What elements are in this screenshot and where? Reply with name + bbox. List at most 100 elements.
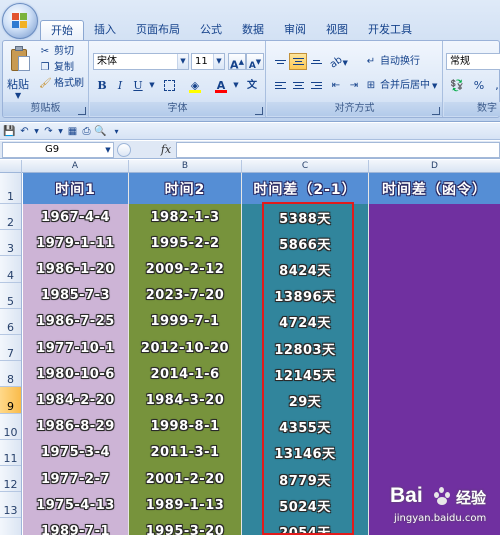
cell-d10[interactable] — [369, 414, 500, 440]
cell-c14[interactable]: 2054天 — [242, 518, 368, 535]
cell-a14[interactable]: 1989-7-1 — [23, 518, 128, 535]
cell-a11[interactable]: 1975-3-4 — [23, 440, 128, 466]
formula-input[interactable] — [176, 142, 500, 158]
number-format-combo[interactable]: 常规 — [446, 53, 500, 70]
font-name-combo[interactable]: 宋体 ▼ — [93, 53, 189, 70]
align-top-button[interactable] — [271, 53, 289, 70]
customize-toolbar-icon[interactable]: ▾ — [110, 125, 123, 138]
shrink-font-button[interactable]: A▼ — [246, 53, 264, 71]
decrease-indent-button[interactable]: ⇤ — [327, 77, 345, 94]
cell-b9[interactable]: 1984-3-20 — [129, 387, 241, 413]
camera-icon[interactable]: ⎙ — [80, 125, 93, 138]
accounting-format-button[interactable]: 💱 — [446, 77, 468, 94]
tab-home[interactable]: 开始 — [40, 20, 84, 40]
row-header-7[interactable]: 7 — [0, 335, 21, 362]
align-left-button[interactable] — [271, 77, 289, 94]
cell-b5[interactable]: 2023-7-20 — [129, 283, 241, 309]
alignment-launcher-icon[interactable] — [432, 107, 440, 115]
cell-c12[interactable]: 8779天 — [242, 466, 368, 492]
italic-button[interactable]: I — [111, 77, 129, 94]
print-preview-icon[interactable]: 🔍 — [94, 125, 107, 138]
tab-review[interactable]: 审阅 — [274, 20, 316, 40]
cell-b8[interactable]: 2014-1-6 — [129, 361, 241, 387]
cell-d6[interactable] — [369, 309, 500, 335]
cell-b6[interactable]: 1999-7-1 — [129, 309, 241, 335]
cell-c4[interactable]: 8424天 — [242, 256, 368, 282]
cell-c11[interactable]: 13146天 — [242, 440, 368, 466]
column-header-a[interactable]: A — [22, 160, 129, 173]
cell-b4[interactable]: 2009-2-12 — [129, 256, 241, 282]
row-header-6[interactable]: 6 — [0, 309, 21, 335]
row-header-9[interactable]: 9 — [0, 387, 21, 414]
cell-b13[interactable]: 1989-1-13 — [129, 492, 241, 518]
chevron-down-icon[interactable]: ▼ — [147, 77, 157, 94]
cell-c13[interactable]: 5024天 — [242, 492, 368, 518]
cell-c2[interactable]: 5388天 — [242, 204, 368, 230]
tab-data[interactable]: 数据 — [232, 20, 274, 40]
border-button[interactable] — [160, 77, 178, 94]
cut-button[interactable]: ✂ 剪切 — [39, 45, 74, 59]
wrap-text-button[interactable]: ↵ 自动换行 — [365, 55, 420, 69]
cell-a6[interactable]: 1986-7-25 — [23, 309, 128, 335]
cell-a9[interactable]: 1984-2-20 — [23, 387, 128, 413]
name-box[interactable]: G9 ▼ — [2, 142, 114, 158]
tab-developer[interactable]: 开发工具 — [358, 20, 422, 40]
row-header-12[interactable]: 12 — [0, 466, 21, 493]
tab-view[interactable]: 视图 — [316, 20, 358, 40]
formula-bar-toggle[interactable] — [117, 143, 131, 157]
cell-b7[interactable]: 2012-10-20 — [129, 335, 241, 361]
cell-c8[interactable]: 12145天 — [242, 361, 368, 387]
orientation-button[interactable]: ab▼ — [327, 53, 351, 70]
row-header-11[interactable]: 11 — [0, 440, 21, 466]
cell-a8[interactable]: 1980-10-6 — [23, 361, 128, 387]
cell-b14[interactable]: 1995-3-20 — [129, 518, 241, 535]
tab-insert[interactable]: 插入 — [84, 20, 126, 40]
cell-c9[interactable]: 29天 — [242, 387, 368, 413]
header-cell-d[interactable]: 时间差（函令） — [369, 173, 500, 204]
cell-b12[interactable]: 2001-2-20 — [129, 466, 241, 492]
increase-indent-button[interactable]: ⇥ — [345, 77, 363, 94]
row-header-5[interactable]: 5 — [0, 283, 21, 309]
row-header-4[interactable]: 4 — [0, 256, 21, 283]
merge-center-button[interactable]: ⊞ 合并后居中 ▼ — [365, 79, 438, 93]
office-button[interactable] — [2, 3, 38, 39]
column-header-c[interactable]: C — [242, 160, 369, 173]
header-cell-a[interactable]: 时间1 — [23, 173, 128, 204]
align-bottom-button[interactable] — [307, 53, 325, 70]
font-color-button[interactable]: A — [212, 77, 230, 94]
insert-function-button[interactable]: fx — [158, 142, 174, 158]
tab-formulas[interactable]: 公式 — [190, 20, 232, 40]
underline-button[interactable]: U — [129, 77, 147, 94]
format-painter-button[interactable]: 🖌 格式刷 — [39, 77, 84, 91]
row-header-8[interactable]: 8 — [0, 361, 21, 388]
cell-a2[interactable]: 1967-4-4 — [23, 204, 128, 230]
clipboard-launcher-icon[interactable] — [78, 107, 86, 115]
fill-color-button[interactable]: ◈ — [186, 77, 204, 94]
cell-a10[interactable]: 1986-8-29 — [23, 414, 128, 440]
row-header-10[interactable]: 10 — [0, 414, 21, 440]
column-header-d[interactable]: D — [369, 160, 500, 173]
cell-d9[interactable] — [369, 387, 500, 413]
save-icon[interactable]: 💾 — [3, 125, 16, 138]
cell-a13[interactable]: 1975-4-13 — [23, 492, 128, 518]
cell-b10[interactable]: 1998-8-1 — [129, 414, 241, 440]
chevron-down-icon[interactable]: ▼ — [231, 77, 241, 94]
cell-d3[interactable] — [369, 230, 500, 256]
select-all-corner[interactable] — [0, 160, 22, 173]
font-size-combo[interactable]: 11 ▼ — [191, 53, 225, 70]
cell-a4[interactable]: 1986-1-20 — [23, 256, 128, 282]
cell-d5[interactable] — [369, 283, 500, 309]
cell-b11[interactable]: 2011-3-1 — [129, 440, 241, 466]
phonetic-button[interactable]: 文 — [244, 77, 260, 94]
cell-d7[interactable] — [369, 335, 500, 361]
copy-button[interactable]: ❐ 复制 — [39, 61, 74, 75]
cell-c7[interactable]: 12803天 — [242, 335, 368, 361]
column-header-b[interactable]: B — [129, 160, 242, 173]
row-header-1[interactable]: 1 — [0, 173, 21, 204]
cell-d4[interactable] — [369, 256, 500, 282]
align-middle-button[interactable] — [289, 53, 307, 70]
tab-page-layout[interactable]: 页面布局 — [126, 20, 190, 40]
cell-d8[interactable] — [369, 361, 500, 387]
cell-b3[interactable]: 1995-2-2 — [129, 230, 241, 256]
cell-c5[interactable]: 13896天 — [242, 283, 368, 309]
